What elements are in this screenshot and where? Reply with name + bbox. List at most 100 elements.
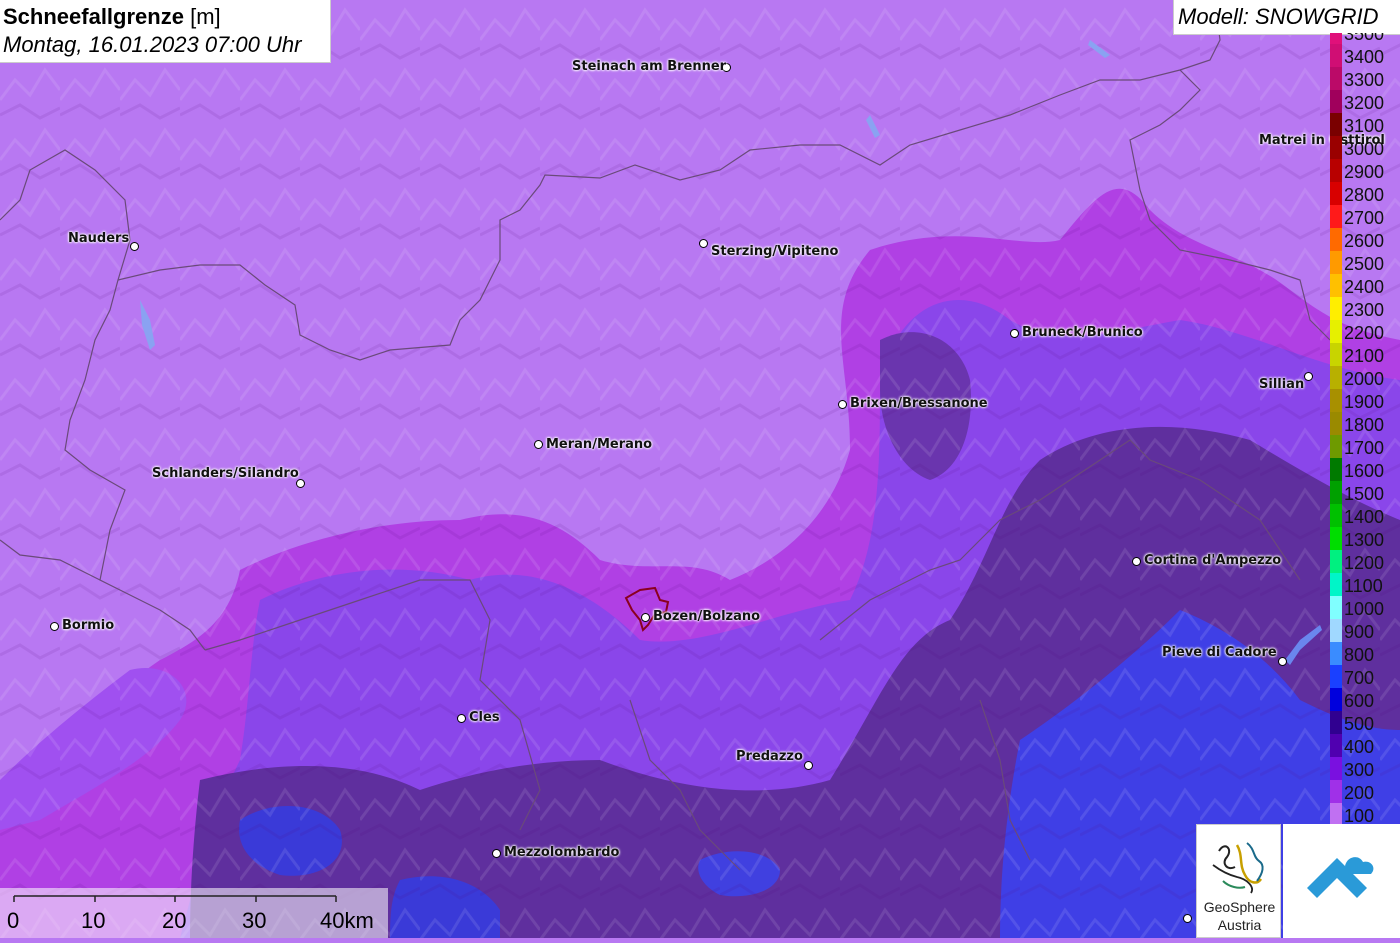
legend-level-2100: 2100	[1330, 343, 1400, 366]
city-marker[interactable]	[534, 440, 543, 449]
legend-swatch	[1330, 251, 1342, 274]
legend-label: 600	[1344, 691, 1375, 711]
legend-level-3100: 3100	[1330, 113, 1400, 136]
geosphere-name: GeoSphere	[1203, 899, 1276, 915]
legend-level-3000: 3000	[1330, 136, 1400, 159]
legend-swatch	[1330, 297, 1342, 320]
city-label-pieve[interactable]: Pieve di Cadore	[1162, 646, 1277, 660]
legend-label: 1300	[1344, 530, 1385, 550]
legend-label: 2500	[1344, 254, 1385, 274]
legend-label: 100	[1344, 806, 1375, 825]
legend-label: 3200	[1344, 93, 1385, 113]
city-marker[interactable]	[492, 849, 501, 858]
legend-label: 1100	[1344, 576, 1383, 596]
city-label-schlanders[interactable]: Schlanders/Silandro	[152, 467, 299, 481]
city-marker[interactable]	[838, 400, 847, 409]
legend-swatch	[1330, 734, 1342, 757]
legend-level-1400: 1400	[1330, 504, 1400, 527]
legend-swatch	[1330, 803, 1342, 825]
legend-label: 2200	[1344, 323, 1385, 343]
geosphere-logo[interactable]: GeoSphere Austria	[1196, 824, 1281, 938]
city-label-nauders[interactable]: Nauders	[68, 232, 129, 246]
city-marker[interactable]	[457, 714, 466, 723]
legend-swatch	[1330, 481, 1342, 504]
city-marker[interactable]	[50, 622, 59, 631]
legend-label: 500	[1344, 714, 1375, 734]
city-label-bozen[interactable]: Bozen/Bolzano	[653, 610, 760, 624]
legend-label: 300	[1344, 760, 1375, 780]
legend-swatch	[1330, 688, 1342, 711]
legend-level-500: 500	[1330, 711, 1400, 734]
city-marker[interactable]	[1183, 914, 1192, 923]
legend-label: 2400	[1344, 277, 1385, 297]
legend-level-800: 800	[1330, 642, 1400, 665]
geosphere-icon	[1212, 842, 1264, 894]
city-marker[interactable]	[641, 613, 650, 622]
legend-level-3400: 3400	[1330, 44, 1400, 67]
legend-label: 1900	[1344, 392, 1385, 412]
scale-tick: 30	[242, 908, 267, 933]
scale-tick: 40km	[320, 908, 374, 933]
legend-label: 200	[1344, 783, 1375, 803]
city-label-sterzing[interactable]: Sterzing/Vipiteno	[711, 245, 838, 259]
legend-level-2400: 2400	[1330, 274, 1400, 297]
legend-swatch	[1330, 182, 1342, 205]
city-label-steinach[interactable]: Steinach am Brenner	[572, 60, 726, 74]
city-marker[interactable]	[804, 761, 813, 770]
city-label-meran[interactable]: Meran/Merano	[546, 438, 652, 452]
legend-level-2000: 2000	[1330, 366, 1400, 389]
legend-label: 400	[1344, 737, 1375, 757]
legend-swatch	[1330, 596, 1342, 619]
city-label-sillian[interactable]: Sillian	[1259, 378, 1304, 392]
city-label-mezzolombardo[interactable]: Mezzolombardo	[504, 846, 619, 860]
legend-swatch	[1330, 33, 1342, 44]
legend-swatch	[1330, 780, 1342, 803]
legend-label: 900	[1344, 622, 1375, 642]
legend-swatch	[1330, 458, 1342, 481]
legend-label: 3300	[1344, 70, 1385, 90]
legend-label: 3000	[1344, 139, 1385, 159]
legend-level-2200: 2200	[1330, 320, 1400, 343]
legend-swatch	[1330, 619, 1342, 642]
legend-label: 1200	[1344, 553, 1385, 573]
model-label: Modell: SNOWGRID	[1173, 0, 1400, 35]
forecast-datetime: Montag, 16.01.2023 07:00 Uhr	[3, 32, 302, 57]
legend-label: 2300	[1344, 300, 1385, 320]
legend-swatch	[1330, 159, 1342, 182]
legend-swatch	[1330, 343, 1342, 366]
city-marker[interactable]	[1132, 557, 1141, 566]
partner-logo[interactable]	[1283, 824, 1400, 938]
city-label-brixen[interactable]: Brixen/Bressanone	[850, 397, 988, 411]
legend-swatch	[1330, 412, 1342, 435]
partner-logo-icon	[1307, 857, 1374, 898]
city-label-predazzo[interactable]: Predazzo	[736, 750, 803, 764]
legend-level-3200: 3200	[1330, 90, 1400, 113]
legend-level-1500: 1500	[1330, 481, 1400, 504]
city-label-bruneck[interactable]: Bruneck/Brunico	[1022, 326, 1143, 340]
legend-label: 3100	[1344, 116, 1385, 136]
legend-level-1300: 1300	[1330, 527, 1400, 550]
city-marker[interactable]	[1304, 372, 1313, 381]
legend-level-300: 300	[1330, 757, 1400, 780]
city-label-bormio[interactable]: Bormio	[62, 619, 114, 633]
legend-swatch	[1330, 389, 1342, 412]
map-title: Schneefallgrenze [m]	[3, 3, 330, 31]
scale-tick: 20	[162, 908, 187, 933]
city-marker[interactable]	[130, 242, 139, 251]
city-marker[interactable]	[1278, 657, 1287, 666]
legend-swatch	[1330, 274, 1342, 297]
legend-swatch	[1330, 665, 1342, 688]
legend-level-3300: 3300	[1330, 67, 1400, 90]
legend-level-200: 200	[1330, 780, 1400, 803]
city-marker[interactable]	[699, 239, 708, 248]
legend-level-700: 700	[1330, 665, 1400, 688]
city-label-cortina[interactable]: Cortina d'Ampezzo	[1144, 554, 1281, 568]
city-marker[interactable]	[1010, 329, 1019, 338]
legend-level-900: 900	[1330, 619, 1400, 642]
legend-swatch	[1330, 44, 1342, 67]
legend-swatch	[1330, 90, 1342, 113]
legend-label: 800	[1344, 645, 1375, 665]
variable-name: Schneefallgrenze	[3, 4, 184, 29]
legend-label: 1600	[1344, 461, 1385, 481]
city-label-cles[interactable]: Cles	[469, 711, 500, 725]
